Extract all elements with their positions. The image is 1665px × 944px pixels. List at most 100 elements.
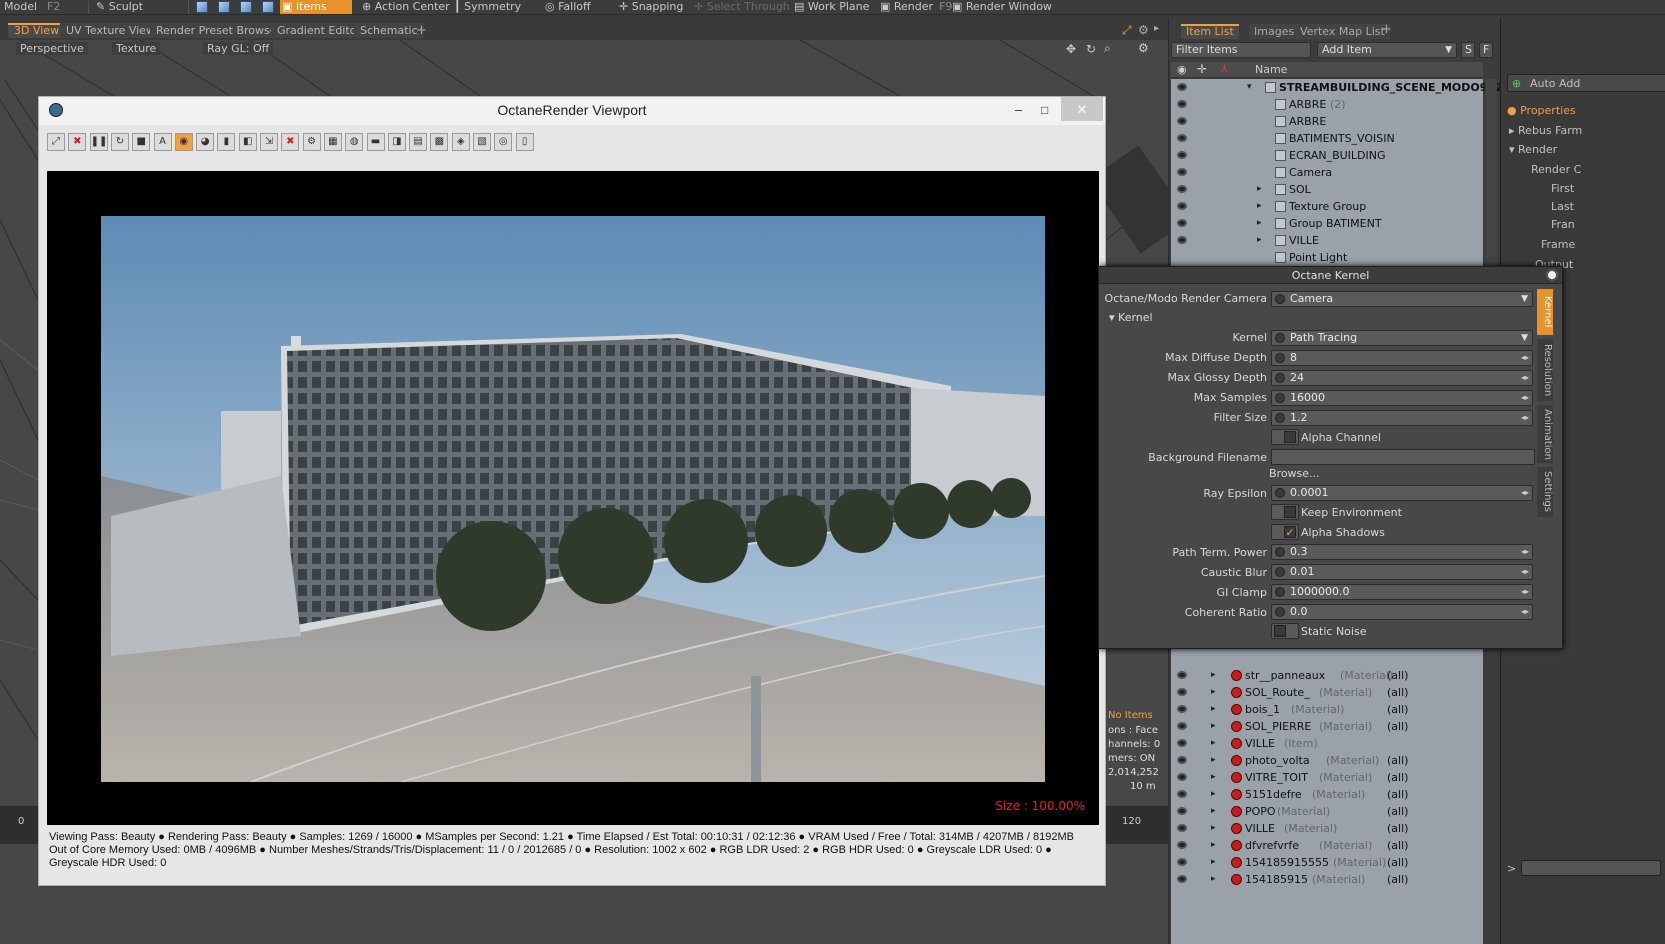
expand-arrow-icon[interactable]: ▸ xyxy=(1257,232,1262,249)
visibility-eye-icon[interactable] xyxy=(1177,739,1187,747)
visibility-eye-icon[interactable] xyxy=(1177,151,1187,159)
name-column-header[interactable]: Name xyxy=(1255,63,1287,76)
max-diffuse-field[interactable]: 8 ◂▸ xyxy=(1271,350,1533,366)
minimize-icon[interactable]: – xyxy=(1015,97,1022,123)
items-button[interactable]: ▣ Items xyxy=(280,0,352,14)
list-item[interactable]: ARBRE (2) xyxy=(1171,96,1483,113)
visibility-eye-icon[interactable] xyxy=(1177,236,1187,244)
alpha-channel-checkbox[interactable] xyxy=(1271,429,1299,445)
expand-arrow-icon[interactable]: ▸ xyxy=(1211,735,1216,752)
cube-icon[interactable]: ◨ xyxy=(387,133,406,151)
expand-arrow-icon[interactable]: ▾ xyxy=(1247,79,1252,96)
stop-icon[interactable]: ■ xyxy=(132,133,151,151)
visibility-eye-icon[interactable] xyxy=(1177,117,1187,125)
ray-epsilon-field[interactable]: 0.0001 ◂▸ xyxy=(1271,485,1533,501)
visibility-eye-icon[interactable] xyxy=(1177,185,1187,193)
visibility-eye-icon[interactable] xyxy=(1177,671,1187,679)
filter-size-field[interactable]: 1.2 ◂▸ xyxy=(1271,410,1533,426)
work-plane-button[interactable]: ▤ Work Plane xyxy=(792,0,869,14)
spinner-icon[interactable]: ◂▸ xyxy=(1520,607,1530,617)
view-raygl[interactable]: Ray GL: Off xyxy=(203,42,274,55)
max-samples-field[interactable]: 16000 ◂▸ xyxy=(1271,390,1533,406)
spinner-icon[interactable]: ◂▸ xyxy=(1520,488,1530,498)
list-item[interactable]: ▸ Group BATIMENT xyxy=(1171,215,1483,232)
visibility-eye-icon[interactable] xyxy=(1177,875,1187,883)
material-select-icon[interactable] xyxy=(262,1,274,13)
add-tab-icon[interactable]: + xyxy=(416,23,427,38)
afi-icon[interactable]: A xyxy=(153,133,172,151)
octane-title-bar[interactable]: OctaneRender Viewport – □ ✕ xyxy=(39,97,1105,125)
coherent-ratio-field[interactable]: 0.0 ◂▸ xyxy=(1271,604,1533,620)
list-item[interactable]: ▸ VILLE xyxy=(1171,232,1483,249)
visibility-eye-icon[interactable] xyxy=(1177,722,1187,730)
console-icon[interactable]: ▤ xyxy=(409,133,428,151)
viewport-settings-icon[interactable]: ⚙ xyxy=(1138,41,1149,55)
tab-3d-view[interactable]: 3D View xyxy=(8,23,66,38)
f-button[interactable]: F xyxy=(1479,42,1493,58)
snapping-button[interactable]: ✛ Snapping xyxy=(617,0,683,14)
material-row[interactable]: ▸ photo_volta (Material) (all) xyxy=(1171,752,1483,769)
maximize-icon[interactable]: □ xyxy=(1041,97,1048,123)
tab-images[interactable]: Images xyxy=(1249,24,1300,39)
view-shading-texture[interactable]: Texture xyxy=(112,42,161,55)
vertex-select-icon[interactable] xyxy=(196,1,208,13)
symmetry-button[interactable]: ┃ Symmetry xyxy=(452,0,521,14)
region-icon[interactable]: ▦ xyxy=(323,133,342,151)
kernel-type-dropdown[interactable]: Path Tracing ▼ xyxy=(1271,330,1533,346)
tab-uv-texture-view[interactable]: UV Texture View xyxy=(60,23,161,38)
expand-arrow-icon[interactable]: ▸ xyxy=(1211,820,1216,837)
tab-schematic[interactable]: Schematic xyxy=(354,23,424,38)
list-item[interactable]: ▸ Texture Group xyxy=(1171,198,1483,215)
select-through-button[interactable]: ✛ Select Through xyxy=(692,0,790,14)
visibility-eye-icon[interactable] xyxy=(1177,858,1187,866)
device-icon[interactable]: ▯ xyxy=(515,133,534,151)
polygon-select-icon[interactable] xyxy=(240,1,252,13)
tab-gradient-editor[interactable]: Gradient Editor xyxy=(271,23,367,38)
sculpt-button[interactable]: ✎ Sculpt xyxy=(94,0,143,14)
spinner-icon[interactable]: ◂▸ xyxy=(1520,393,1530,403)
zoom-view-icon[interactable]: ⌕ xyxy=(1104,41,1111,56)
visibility-eye-icon[interactable] xyxy=(1177,202,1187,210)
alpha-shadows-checkbox[interactable]: ✓ xyxy=(1271,524,1299,540)
kernel-section-header[interactable]: ▾ Kernel xyxy=(1109,311,1153,324)
render-target-icon[interactable]: ◎ xyxy=(494,133,513,151)
move-view-icon[interactable]: ✥ xyxy=(1066,42,1076,56)
material-row[interactable]: ▸ 154185915555 (Material) (all) xyxy=(1171,854,1483,871)
visibility-column-icon[interactable]: ◉ xyxy=(1177,63,1187,76)
pause-icon[interactable]: ❚❚ xyxy=(89,133,108,151)
close-icon[interactable]: ✕ xyxy=(1061,97,1103,121)
visibility-eye-icon[interactable] xyxy=(1177,688,1187,696)
spinner-icon[interactable]: ◂▸ xyxy=(1520,587,1530,597)
list-item[interactable]: ▸ SOL xyxy=(1171,181,1483,198)
visibility-eye-icon[interactable] xyxy=(1177,168,1187,176)
viewport-menu-icon[interactable]: ▸ xyxy=(1154,23,1159,34)
material-row[interactable]: ▸ dfvrefvrfe (Material) (all) xyxy=(1171,837,1483,854)
expand-arrow-icon[interactable]: ▸ xyxy=(1211,803,1216,820)
list-item[interactable]: ARBRE xyxy=(1171,113,1483,130)
auto-add-button[interactable]: ⊕ Auto Add xyxy=(1507,74,1665,92)
save-icon[interactable]: ▬ xyxy=(366,133,385,151)
caustic-blur-field[interactable]: 0.01 ◂▸ xyxy=(1271,564,1533,580)
visibility-eye-icon[interactable] xyxy=(1177,705,1187,713)
checker-icon[interactable]: ▧ xyxy=(473,133,491,151)
visibility-eye-icon[interactable] xyxy=(1177,100,1187,108)
expand-arrow-icon[interactable]: ▸ xyxy=(1211,871,1216,888)
render-window-button[interactable]: ▣ Render Window xyxy=(950,0,1052,14)
max-glossy-field[interactable]: 24 ◂▸ xyxy=(1271,370,1533,386)
rebus-farm-row[interactable]: ▸ Rebus Farm xyxy=(1509,124,1582,137)
visibility-eye-icon[interactable] xyxy=(1177,756,1187,764)
spinner-icon[interactable]: ◂▸ xyxy=(1520,413,1530,423)
material-pick-icon[interactable]: ▮ xyxy=(217,133,236,151)
material-row[interactable]: ▸ str__panneaux (Material) (all) xyxy=(1171,667,1483,684)
visibility-eye-icon[interactable] xyxy=(1177,219,1187,227)
spinner-icon[interactable]: ◂▸ xyxy=(1520,373,1530,383)
render-camera-dropdown[interactable]: Camera ▼ xyxy=(1271,291,1533,307)
expand-arrow-icon[interactable]: ▸ xyxy=(1211,837,1216,854)
side-tab-animation[interactable]: Animation xyxy=(1537,405,1553,463)
list-item[interactable]: Camera xyxy=(1171,164,1483,181)
visibility-eye-icon[interactable] xyxy=(1177,83,1187,91)
expand-arrow-icon[interactable]: ▸ xyxy=(1211,667,1216,684)
visibility-eye-icon[interactable] xyxy=(1177,824,1187,832)
visibility-eye-icon[interactable] xyxy=(1177,790,1187,798)
visibility-eye-icon[interactable] xyxy=(1177,134,1187,142)
